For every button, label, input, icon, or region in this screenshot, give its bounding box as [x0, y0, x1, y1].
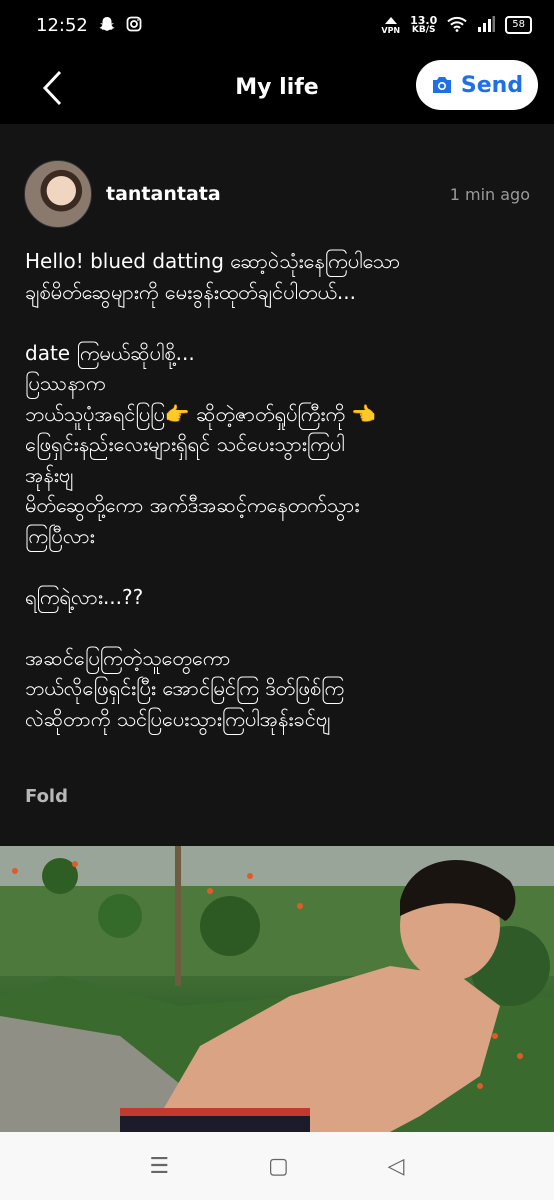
back-button[interactable]: [34, 68, 70, 108]
vpn-indicator: VPN: [381, 16, 400, 35]
post-line: မိတ်ဆွေတို့ကော အက်ဒီအဆင့်ကနေတက်သွား: [25, 493, 360, 517]
post-line: [25, 612, 530, 643]
post-line: ဖြေရှင်းနည်းလေးများရှိရင် သင်ပေးသွားကြပါ: [25, 432, 345, 456]
post-body: Hello! blued datting ဆော့ဝဲသုံးနေကြပါသော…: [25, 246, 530, 734]
net-speed-unit: KB/S: [411, 25, 436, 35]
send-button[interactable]: Send: [416, 60, 538, 110]
author-row: tantantata 1 min ago: [24, 160, 530, 228]
post-line: ကြပြီလား: [25, 523, 95, 548]
post-line: ရကြရဲ့လား...??: [25, 584, 144, 609]
post-line: date ကြမယ်ဆိုပါစို့...: [25, 340, 195, 365]
snapchat-icon: [98, 15, 116, 36]
status-bar: 12:52 VPN 13.0 KB/S 58: [0, 0, 554, 50]
post-line: Hello! blued datting ဆော့ဝဲသုံးနေကြပါသော: [25, 249, 401, 273]
post-line: [25, 307, 530, 338]
recents-icon[interactable]: ☰: [149, 1154, 169, 1179]
post-line: [25, 551, 530, 582]
vpn-label: VPN: [381, 25, 401, 35]
post-line: ဘယ်လိုဖြေရှင်းပြီး အောင်မြင်ကြ ဒိတ်ဖြစ်က…: [25, 676, 345, 700]
post-line: ဘယ်သူပုံအရင်ပြပြ👉 ဆိုတဲ့ဇာတ်ရှုပ်ကြီးကို…: [25, 401, 377, 426]
instagram-icon: [126, 16, 142, 35]
status-time: 12:52: [36, 14, 88, 36]
photo-image: [0, 846, 554, 1132]
send-label: Send: [460, 72, 524, 98]
post-line: အဆင်ပြေကြတဲ့သူတွေကော: [25, 645, 231, 670]
system-nav-bar: ☰ ▢ ◁: [0, 1132, 554, 1200]
post-photo[interactable]: [0, 846, 554, 1132]
back-nav-icon[interactable]: ◁: [388, 1154, 405, 1179]
post-line: ပြဿနာက: [25, 371, 106, 395]
status-left: 12:52: [36, 15, 142, 36]
post-card: tantantata 1 min ago Hello! blued dattin…: [0, 124, 554, 846]
post-time: 1 min ago: [449, 184, 530, 204]
status-right: VPN 13.0 KB/S 58: [381, 15, 532, 35]
back-arrow-icon: [42, 70, 62, 106]
camera-icon: [432, 77, 451, 93]
post-line: လဲဆိုတာကို သင်ပြပေးသွားကြပါအုန်းခင်ဗျ: [25, 706, 331, 731]
username[interactable]: tantantata: [106, 183, 221, 205]
post-line: အုန်းဗျ: [25, 462, 74, 487]
net-speed: 13.0 KB/S: [410, 15, 437, 35]
signal-icon: [477, 15, 496, 35]
fold-button[interactable]: Fold: [25, 786, 68, 807]
home-icon[interactable]: ▢: [268, 1154, 289, 1179]
avatar[interactable]: [24, 160, 92, 228]
battery-indicator: 58: [505, 16, 532, 34]
page-title: My life: [235, 74, 319, 100]
wifi-icon: [447, 16, 467, 35]
top-header: My life Send: [0, 50, 554, 124]
post-line: ချစ်မိတ်ဆွေများကို မေးခွန်းထုတ်ချင်ပါတယ်…: [25, 279, 356, 304]
vpn-icon: [384, 16, 397, 24]
